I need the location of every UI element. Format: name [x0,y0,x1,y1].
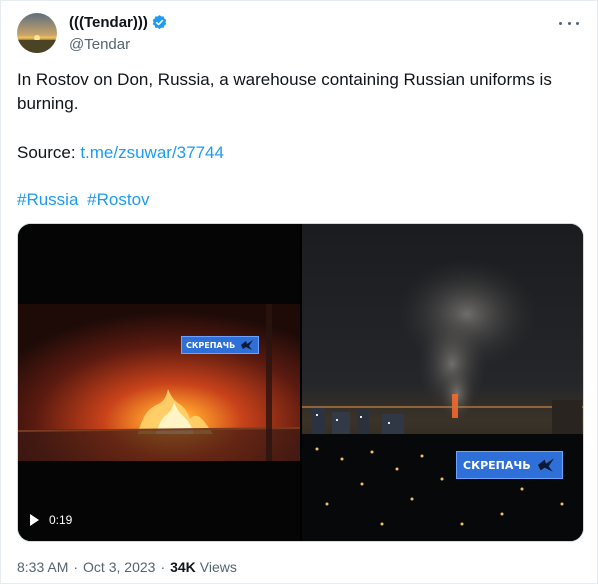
fire-video-frame [18,224,300,541]
tweet-card: (((Tendar))) @Tendar In Rostov on Don, R… [0,0,598,584]
sunset-landscape-avatar-icon [17,13,57,53]
bird-logo-icon [536,457,556,473]
photo-watermark-text: СКРЕПАЧЬ [463,458,531,472]
hashtag-list: #Russia #Rostov [17,188,154,212]
meta-separator: · [73,559,79,575]
video-thumbnail[interactable]: СКРЕПАЧЬ 0:19 [18,224,300,541]
tweet-time[interactable]: 8:33 AM [17,559,68,575]
photo-thumbnail[interactable]: СКРЕПАЧЬ [302,224,583,541]
video-duration: 0:19 [49,513,73,527]
bird-logo-icon [240,339,254,351]
tweet-date[interactable]: Oct 3, 2023 [83,559,155,575]
views-count: 34K [170,559,196,575]
source-link[interactable]: t.me/zsuwar/37744 [80,143,224,162]
city-smoke-photo [302,224,583,541]
tweet-text: In Rostov on Don, Russia, a warehouse co… [17,70,552,113]
source-label: Source: [17,143,81,162]
photo-watermark: СКРЕПАЧЬ [456,451,563,479]
hashtag-rostov[interactable]: #Rostov [87,190,149,209]
meta-separator-2: · [160,559,166,575]
avatar[interactable] [17,13,57,53]
author-name-row[interactable]: (((Tendar))) [69,14,168,31]
play-icon[interactable] [30,514,39,526]
tweet-meta: 8:33 AM · Oct 3, 2023 · 34K Views [17,559,237,575]
verified-badge-icon [151,14,168,31]
video-watermark-text: СКРЕПАЧЬ [186,340,236,350]
more-horizontal-icon[interactable] [559,17,579,29]
hashtag-russia[interactable]: #Russia [17,190,78,209]
video-watermark: СКРЕПАЧЬ [181,336,260,354]
views-label[interactable]: Views [200,559,237,575]
display-name[interactable]: (((Tendar))) [69,14,148,31]
video-controls: 0:19 [30,513,72,527]
source-line: Source: t.me/zsuwar/37744 [17,141,224,165]
author-handle[interactable]: @Tendar [69,36,130,53]
media-grid: СКРЕПАЧЬ 0:19 СКРЕПАЧЬ [17,223,584,542]
